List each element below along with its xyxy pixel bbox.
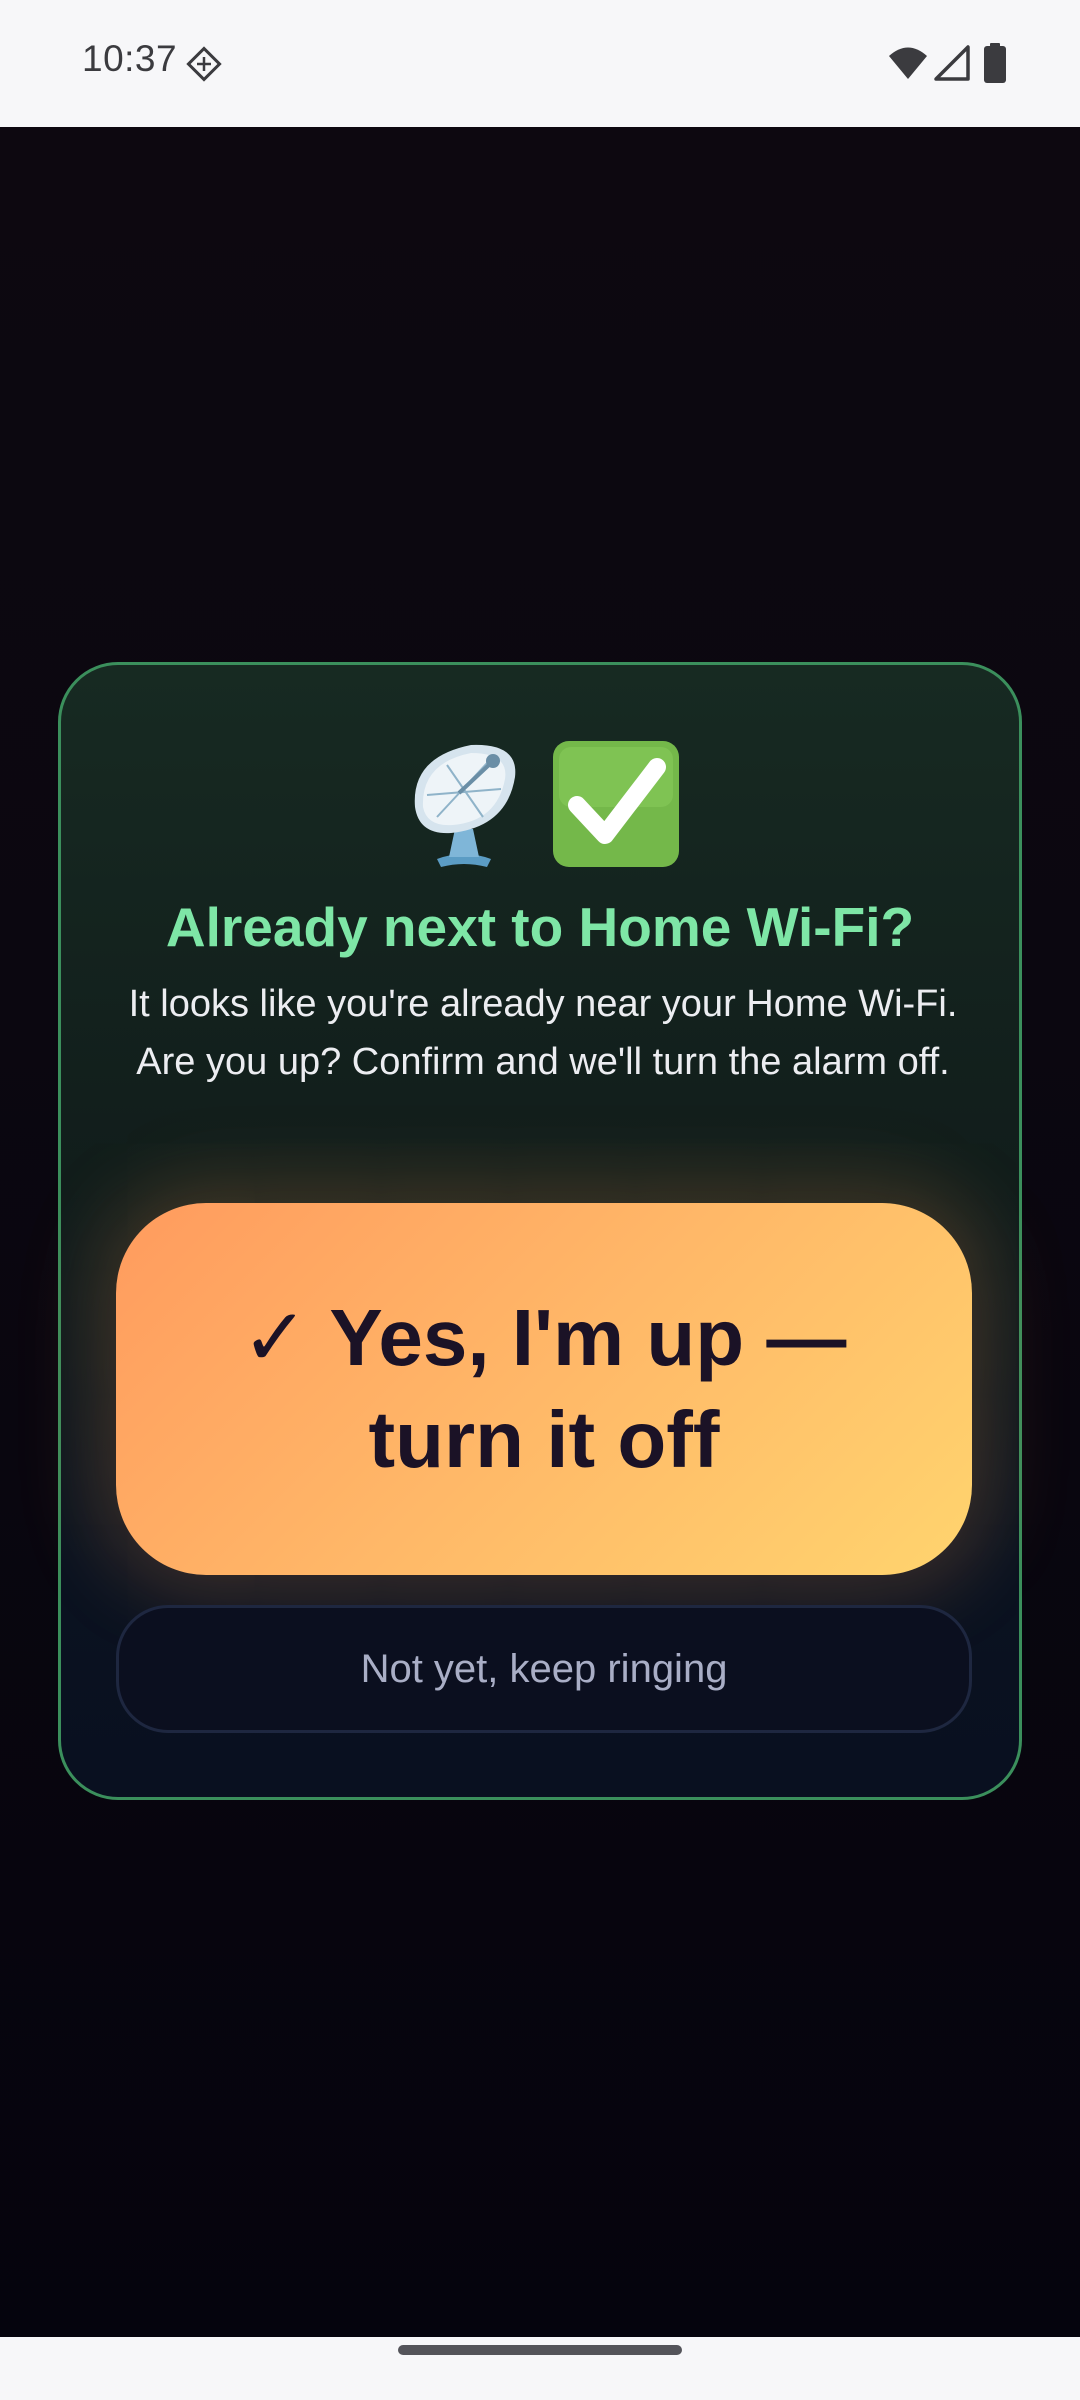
confirm-button-label: ✓ Yes, I'm up — turn it off — [241, 1293, 847, 1484]
battery-icon — [984, 43, 1006, 83]
check-mark-button-icon — [553, 741, 679, 867]
status-time: 10:37 — [82, 38, 178, 79]
dialog-message: It looks like you're already near your H… — [128, 983, 958, 1083]
dismiss-button-label: Not yet, keep ringing — [360, 1646, 728, 1691]
dialog-icon-row — [61, 737, 1019, 871]
status-bar: 10:37 — [0, 0, 1080, 127]
diamond-notification-icon — [186, 46, 222, 82]
confirm-turn-off-alarm-button[interactable]: ✓ Yes, I'm up — turn it off — [116, 1203, 972, 1575]
wifi-confirm-dialog: Already next to Home Wi-Fi? It looks lik… — [58, 662, 1022, 1800]
satellite-antenna-icon — [414, 744, 516, 867]
dialog-title: Already next to Home Wi-Fi? — [165, 896, 915, 958]
keep-ringing-button[interactable]: Not yet, keep ringing — [116, 1605, 972, 1733]
cellular-signal-icon — [934, 45, 970, 81]
wifi-icon — [889, 47, 927, 79]
home-gesture-handle[interactable] — [398, 2345, 682, 2355]
